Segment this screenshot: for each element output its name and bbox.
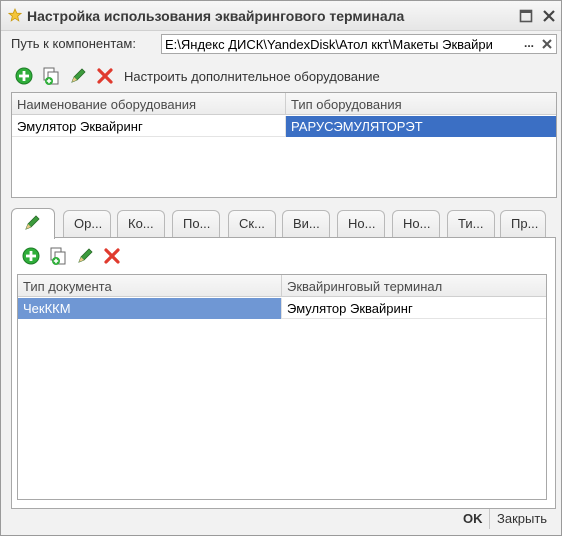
settings-window: Настройка использования эквайрингового т… [0,0,562,536]
path-row: Путь к компонентам: E:\Яндекс ДИСК\Yande… [11,34,557,54]
documents-table[interactable]: Тип документа Эквайринговый терминал Чек… [17,274,547,500]
table-row[interactable]: Эмулятор Эквайринг РАРУСЭМУЛЯТОРЭТ [12,116,556,137]
close-icon[interactable] [541,8,557,24]
edit-icon [25,215,40,230]
tab-2[interactable]: Ко... [117,210,165,238]
column-header-type[interactable]: Тип оборудования [286,93,556,115]
cell-equipment-type[interactable]: РАРУСЭМУЛЯТОРЭТ [286,116,556,137]
tab-7[interactable]: Но... [392,210,440,238]
column-header-terminal[interactable]: Эквайринговый терминал [282,275,546,297]
footer-divider [489,509,490,529]
equipment-toolbar: Настроить дополнительное оборудование [14,66,434,88]
tab-edit[interactable] [11,208,55,239]
add-icon[interactable] [21,246,41,266]
equipment-table[interactable]: Наименование оборудования Тип оборудован… [11,92,557,198]
edit-icon[interactable] [68,66,88,86]
tab-3[interactable]: По... [172,210,220,238]
path-label: Путь к компонентам: [11,36,136,51]
cell-equipment-name[interactable]: Эмулятор Эквайринг [12,116,286,137]
table-header: Тип документа Эквайринговый терминал [18,275,546,297]
tab-strip: Ор... Ко... По... Ск... Ви... Но... Но..… [11,208,551,239]
add-icon[interactable] [14,66,34,86]
cell-terminal[interactable]: Эмулятор Эквайринг [282,298,546,319]
browse-button[interactable]: ... [520,36,538,52]
tab-8[interactable]: Ти... [447,210,495,238]
copy-icon[interactable] [48,246,68,266]
clear-icon[interactable] [540,37,554,51]
tab-panel: Тип документа Эквайринговый терминал Чек… [11,237,556,509]
edit-icon[interactable] [75,246,95,266]
documents-toolbar [21,246,141,268]
configure-equipment-button[interactable]: Настроить дополнительное оборудование [124,69,380,84]
tab-5[interactable]: Ви... [282,210,330,238]
cell-doc-type[interactable]: ЧекККМ [18,298,282,319]
tab-6[interactable]: Но... [337,210,385,238]
column-header-doc-type[interactable]: Тип документа [18,275,282,297]
ok-button[interactable]: OK [463,511,483,526]
window-title: Настройка использования эквайрингового т… [27,8,405,24]
path-value[interactable]: E:\Яндекс ДИСК\YandexDisk\Атол ккт\Макет… [165,37,520,52]
table-header: Наименование оборудования Тип оборудован… [12,93,556,115]
tab-1[interactable]: Ор... [63,210,111,238]
column-header-name[interactable]: Наименование оборудования [12,93,286,115]
close-button[interactable]: Закрыть [497,511,547,526]
delete-icon[interactable] [102,246,122,266]
table-row[interactable]: ЧекККМ Эмулятор Эквайринг [18,298,546,319]
maximize-icon[interactable] [518,8,534,24]
delete-icon[interactable] [95,66,115,86]
tab-4[interactable]: Ск... [228,210,276,238]
title-bar: Настройка использования эквайрингового т… [1,1,561,31]
star-icon [8,8,22,22]
path-field[interactable]: E:\Яндекс ДИСК\YandexDisk\Атол ккт\Макет… [161,34,557,54]
copy-icon[interactable] [41,66,61,86]
tab-9[interactable]: Пр... [500,210,546,238]
